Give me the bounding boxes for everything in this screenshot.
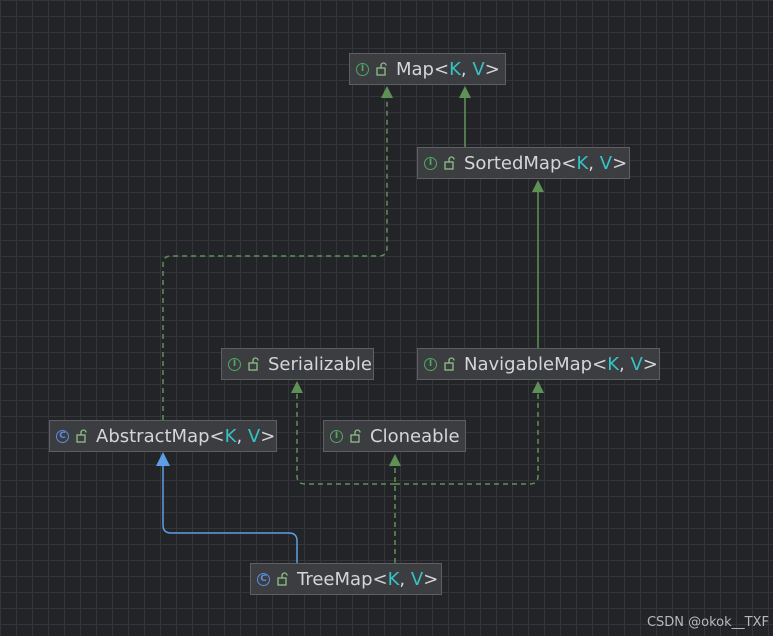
- node-treemap[interactable]: C TreeMap<K, V>: [250, 563, 442, 595]
- node-navigablemap[interactable]: I NavigableMap<K, V>: [417, 348, 660, 380]
- node-abstractmap[interactable]: C AbstractMap<K, V>: [49, 420, 277, 452]
- arrowhead-cloneable: [389, 454, 401, 466]
- class-icon: C: [56, 429, 69, 443]
- node-label: NavigableMap<K, V>: [464, 353, 658, 375]
- edge-treemap-extends-abstractmap: [162, 465, 298, 563]
- interface-icon: I: [424, 357, 437, 371]
- node-cloneable[interactable]: I Cloneable: [323, 420, 466, 452]
- node-label: AbstractMap<K, V>: [96, 425, 276, 447]
- node-label: TreeMap<K, V>: [297, 568, 439, 590]
- node-label: SortedMap<K, V>: [464, 152, 628, 174]
- watermark-text: CSDN @okok__TXF: [646, 615, 769, 630]
- lock-icon: [350, 429, 361, 443]
- arrowhead-abstractmap: [156, 452, 170, 466]
- interface-icon: I: [424, 156, 437, 170]
- arrowhead-map-left: [381, 86, 393, 98]
- interface-icon: I: [330, 429, 343, 443]
- node-sortedmap[interactable]: I SortedMap<K, V>: [417, 147, 630, 179]
- interface-icon: I: [356, 62, 369, 76]
- lock-icon: [248, 357, 259, 371]
- arrowhead-sortedmap: [532, 180, 544, 192]
- arrowhead-navigablemap: [532, 381, 544, 393]
- node-label: Map<K, V>: [396, 58, 500, 80]
- node-label: Cloneable: [370, 425, 460, 447]
- node-serializable[interactable]: I Serializable: [221, 348, 374, 380]
- lock-icon: [376, 62, 387, 76]
- lock-icon: [76, 429, 87, 443]
- node-label: Serializable: [268, 353, 372, 375]
- arrowhead-serializable: [291, 381, 303, 393]
- arrowhead-map-right: [459, 86, 471, 98]
- lock-icon: [277, 572, 288, 586]
- node-map[interactable]: I Map<K, V>: [349, 53, 506, 85]
- relationship-edges: [156, 86, 544, 563]
- lock-icon: [444, 156, 455, 170]
- interface-icon: I: [228, 357, 241, 371]
- class-icon: C: [257, 572, 270, 586]
- lock-icon: [444, 357, 455, 371]
